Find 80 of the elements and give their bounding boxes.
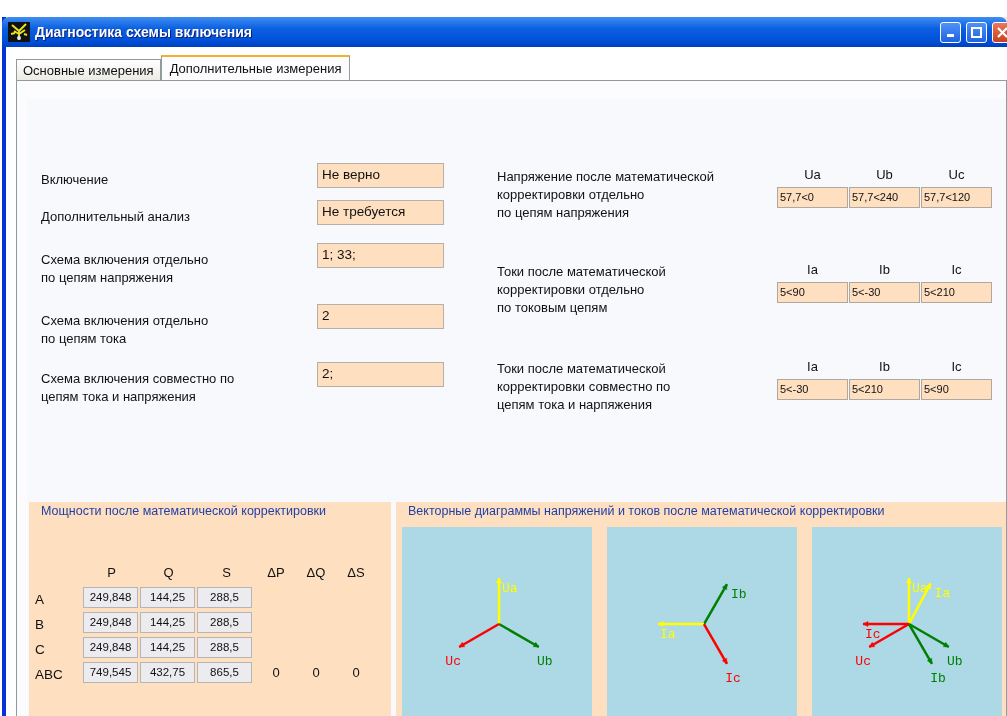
column-header: ΔQ [305, 565, 327, 580]
minimize-icon [947, 33, 954, 37]
result-field[interactable]: Не требуется [317, 200, 444, 225]
phasor-label: Ua [502, 581, 518, 596]
power-field[interactable]: 144,25 [140, 637, 195, 658]
value-field[interactable]: 5<-30 [849, 282, 920, 303]
window-title: Диагностика схемы включения [35, 24, 253, 40]
field-label: Схема включения отдельно по цепям тока [41, 312, 210, 348]
phasor-label: Ia [660, 627, 676, 642]
value-field[interactable]: 5<-30 [777, 379, 848, 400]
field-label: Схема включения отдельно по цепям напряжения [41, 251, 210, 287]
value-field[interactable]: 57,7<240 [849, 187, 920, 208]
power-field[interactable]: 144,25 [140, 612, 195, 633]
maximize-button[interactable] [966, 21, 987, 43]
group-title: Мощности после математической корректировки [40, 503, 327, 520]
column-header: Ia [806, 262, 819, 279]
value-field[interactable]: 5<210 [849, 379, 920, 400]
group-label: Напряжение после математической корректировки отдельно по цепям напряжения [497, 168, 716, 222]
power-field[interactable]: 144,25 [140, 587, 195, 608]
column-header: ΔP [266, 565, 286, 580]
delta-value: 0 [271, 665, 281, 680]
phasor-label: Uc [855, 654, 871, 669]
power-field[interactable]: 865,5 [197, 662, 252, 683]
power-field[interactable]: 249,848 [83, 637, 138, 658]
value-field[interactable]: 57,7<120 [921, 187, 992, 208]
close-button[interactable] [992, 21, 1007, 43]
phasor-label: Uc [445, 654, 461, 669]
phasor-label: Ub [537, 654, 553, 669]
column-header: Uc [947, 167, 966, 184]
column-header: S [221, 565, 232, 580]
column-header: Ib [878, 359, 891, 376]
field-label: Схема включения совместно по цепям тока и напряжения [41, 370, 236, 406]
value-field[interactable]: 57,7<0 [777, 187, 848, 208]
row-label: A [35, 591, 45, 607]
power-field[interactable]: 249,848 [83, 587, 138, 608]
result-field[interactable]: 2 [317, 304, 444, 329]
power-field[interactable]: 288,5 [197, 637, 252, 658]
result-field[interactable]: 1; 33; [317, 243, 444, 268]
app-icon [8, 22, 30, 42]
value-field[interactable]: 5<90 [777, 282, 848, 303]
column-header: Q [162, 565, 175, 580]
delta-value: 0 [311, 665, 321, 680]
power-field[interactable]: 432,75 [140, 662, 195, 683]
power-field[interactable]: 249,848 [83, 612, 138, 633]
value-field[interactable]: 5<90 [921, 379, 992, 400]
field-label: Включение [41, 171, 110, 189]
result-field[interactable]: 2; [317, 362, 444, 387]
value-field[interactable]: 5<210 [921, 282, 992, 303]
phasor-label: Ic [865, 627, 881, 642]
group-title: Векторные диаграммы напряжений и токов после математической корректировки [407, 503, 886, 520]
power-field[interactable]: 749,545 [83, 662, 138, 683]
result-field[interactable]: Не верно [317, 163, 444, 188]
row-label: ABC [35, 666, 64, 682]
row-label: C [35, 641, 46, 657]
group-label: Токи после математической корректировки отдельно по токовым цепям [497, 263, 667, 317]
column-header: Ic [950, 359, 963, 376]
close-icon [997, 26, 1007, 38]
maximize-icon [971, 26, 982, 38]
field-label: Дополнительный анализ [41, 208, 191, 226]
column-header: Ub [875, 167, 894, 184]
column-header: Ia [806, 359, 819, 376]
column-header: ΔS [346, 565, 366, 580]
minimize-button[interactable] [940, 21, 961, 43]
phasor-label: Ib [930, 670, 946, 686]
phasor-label: Ua [912, 581, 928, 596]
delta-value: 0 [351, 665, 361, 680]
phasor-label: Ub [947, 654, 963, 669]
column-header: P [106, 565, 117, 580]
group-label: Токи после математической корректировки совместно по цепям тока и нарпяжения [497, 360, 672, 414]
column-header: Ib [878, 262, 891, 279]
phasor-label: Ic [725, 670, 741, 686]
power-field[interactable]: 288,5 [197, 612, 252, 633]
power-field[interactable]: 288,5 [197, 587, 252, 608]
phasor-label: Ib [731, 587, 747, 603]
phasor-label: Ia [934, 586, 951, 602]
tab[interactable]: Дополнительные измерения [160, 55, 351, 80]
column-header: Ua [803, 167, 822, 184]
row-label: B [35, 616, 45, 632]
tab[interactable]: Основные измерения [16, 59, 161, 80]
column-header: Ic [950, 262, 963, 279]
